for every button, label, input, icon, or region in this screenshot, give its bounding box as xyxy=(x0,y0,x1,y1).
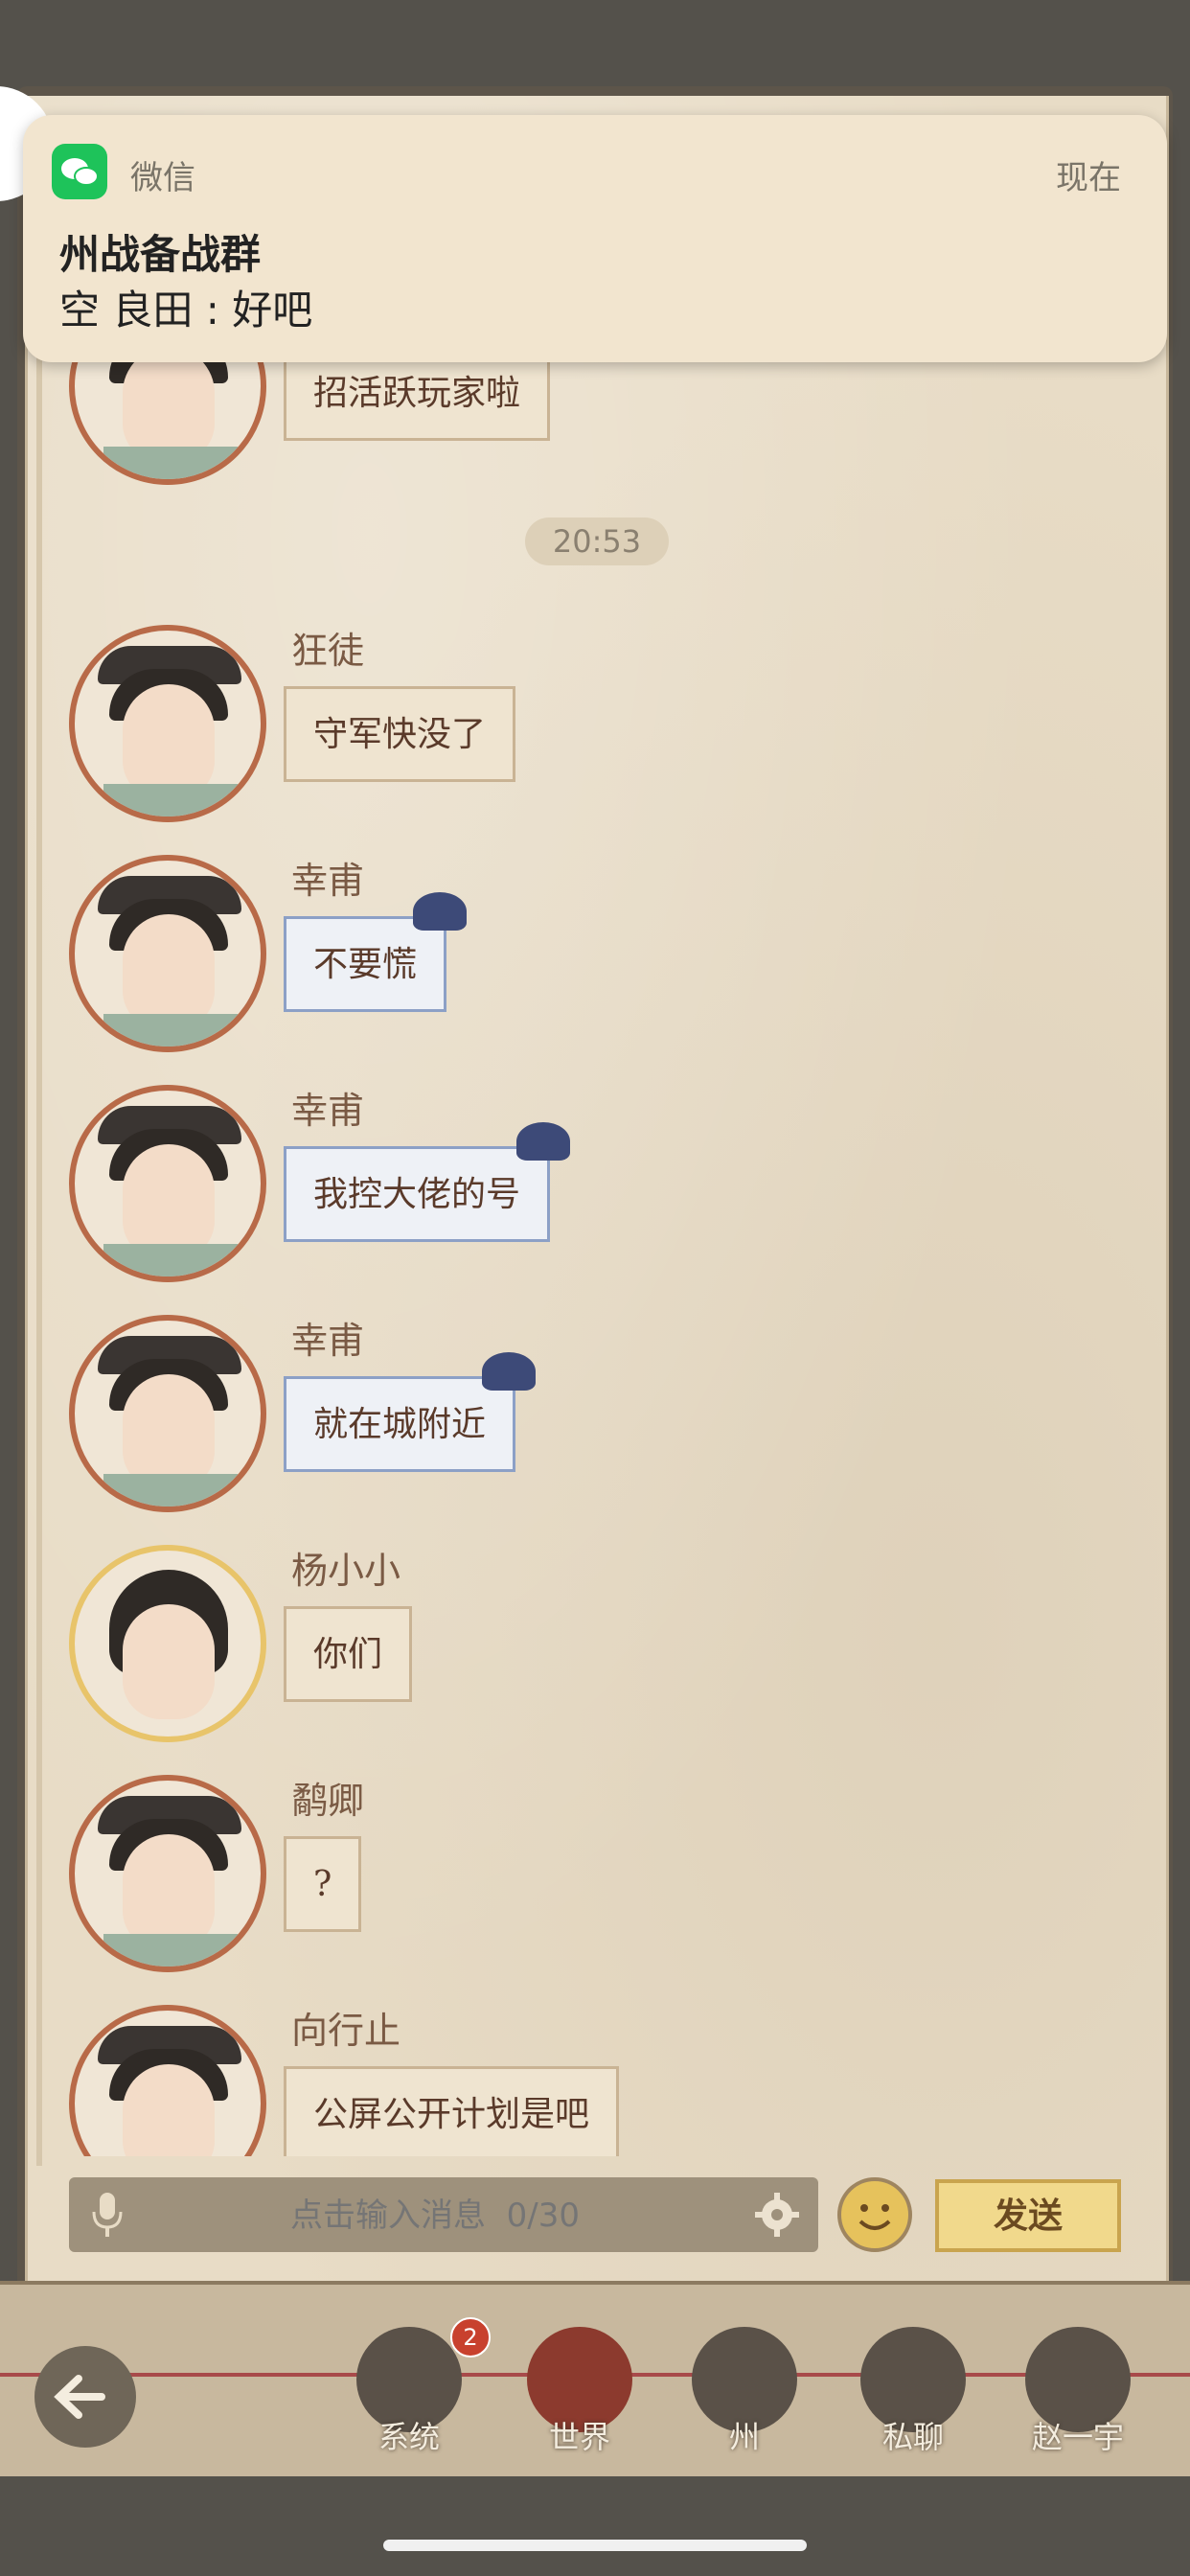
message-text: 就在城附近 xyxy=(313,1405,487,1444)
tab-label: 世界 xyxy=(548,2419,610,2455)
sender-name: 鹬卿 xyxy=(291,1780,365,1822)
sender-name: 幸甫 xyxy=(291,860,365,902)
message-bubble: 守军快没了 xyxy=(284,686,516,782)
notification-title: 州战备战群 xyxy=(59,231,262,278)
avatar[interactable] xyxy=(69,1085,266,1282)
send-button[interactable]: 发送 xyxy=(935,2179,1121,2252)
message-timestamp: 20:53 xyxy=(525,518,669,565)
avatar[interactable] xyxy=(69,1775,266,1972)
knot-decoration-icon xyxy=(482,1352,537,1391)
arrow-left-icon xyxy=(54,2375,105,2419)
knot-decoration-icon xyxy=(413,892,468,931)
message-bubble-blue: 我控大佬的号 xyxy=(284,1122,571,1242)
tab-contact[interactable]: 赵一宇 xyxy=(1016,2319,1140,2463)
sender-name: 杨小小 xyxy=(291,1550,401,1592)
wechat-icon xyxy=(52,144,107,199)
avatar[interactable] xyxy=(69,1545,266,1742)
wechat-notification[interactable]: 微信 现在 州战备战群 空 良田 : 好吧 xyxy=(23,115,1167,362)
message-text: 不要慌 xyxy=(313,945,418,984)
sender-name: 向行止 xyxy=(291,2010,401,2052)
unread-badge: 2 xyxy=(450,2317,491,2358)
message-bubble-blue: 就在城附近 xyxy=(284,1352,537,1472)
message-bubble: 公屏公开计划是吧 xyxy=(284,2066,620,2156)
knot-decoration-icon xyxy=(516,1122,571,1161)
sender-name: 幸甫 xyxy=(291,1320,365,1362)
smiley-icon xyxy=(858,2204,891,2230)
avatar[interactable] xyxy=(69,625,266,822)
message-bubble: 你们 xyxy=(284,1606,413,1702)
tab-label: 赵一宇 xyxy=(1031,2419,1124,2455)
emoji-button[interactable] xyxy=(837,2177,912,2252)
microphone-icon[interactable] xyxy=(90,2191,125,2239)
message-bubble-blue: 不要慌 xyxy=(284,892,468,1012)
gear-icon[interactable] xyxy=(753,2191,801,2239)
back-button[interactable] xyxy=(34,2346,136,2448)
home-indicator[interactable] xyxy=(383,2540,807,2551)
notification-body: 空 良田 : 好吧 xyxy=(59,287,313,334)
message-input[interactable] xyxy=(165,2187,705,2244)
notification-app-name: 微信 xyxy=(130,159,195,197)
tab-state[interactable]: 州 xyxy=(682,2319,807,2463)
message-bubble: ? xyxy=(284,1836,362,1932)
tab-label: 系统 xyxy=(378,2419,440,2455)
tab-label: 私聊 xyxy=(881,2419,944,2455)
tab-label: 州 xyxy=(728,2419,760,2455)
message-text: 我控大佬的号 xyxy=(313,1175,521,1214)
avatar[interactable] xyxy=(69,2005,266,2156)
tab-private-chat[interactable]: 私聊 xyxy=(851,2319,975,2463)
sender-name: 狂徒 xyxy=(291,630,365,672)
avatar[interactable] xyxy=(69,1315,266,1512)
notification-time: 现在 xyxy=(1056,159,1121,197)
sender-name: 幸甫 xyxy=(291,1090,365,1132)
avatar[interactable] xyxy=(69,855,266,1052)
tab-world[interactable]: 世界 xyxy=(517,2319,642,2463)
message-input-bar xyxy=(69,2177,818,2252)
